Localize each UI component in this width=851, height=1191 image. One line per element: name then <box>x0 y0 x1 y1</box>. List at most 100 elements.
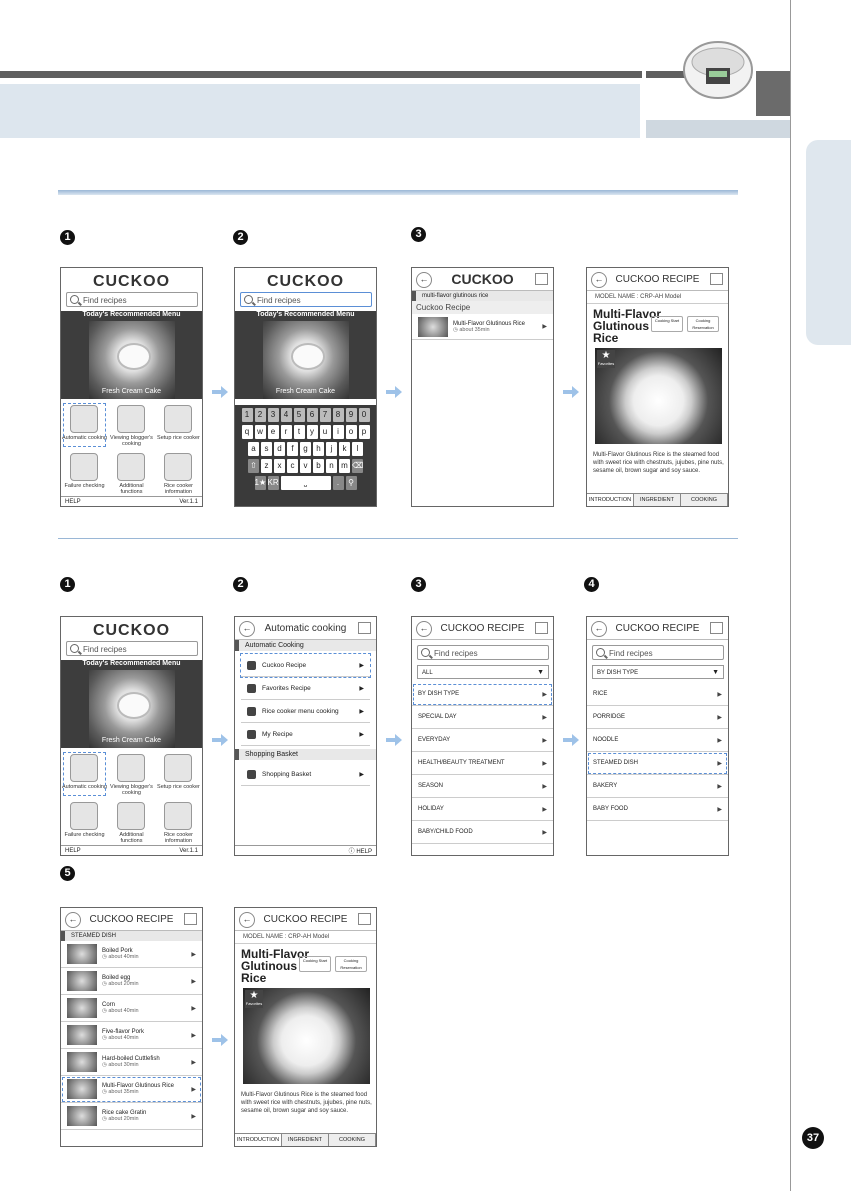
home-icon[interactable] <box>358 622 371 634</box>
grid-blogger-cooking[interactable]: Viewing blogger's cooking <box>108 401 155 449</box>
list-item[interactable]: BAKERY ▶ <box>587 775 728 798</box>
cooking-start-button[interactable]: Cooking Start <box>651 316 683 332</box>
favorites-badge[interactable]: ★ Favorites <box>245 990 263 1008</box>
list-item[interactable]: Rice cake Gratin ◷ about 20min ▶ <box>61 1103 202 1130</box>
home-icon[interactable] <box>535 273 548 285</box>
key-7[interactable]: 7 <box>319 408 331 422</box>
recommended-banner[interactable]: Today's Recommended Menu Fresh Cream Cak… <box>61 660 202 748</box>
space-key[interactable]: ⎵ <box>280 476 331 490</box>
back-icon[interactable]: ← <box>591 272 607 288</box>
tab-ingredient[interactable]: INGREDIENT <box>634 494 681 506</box>
back-icon[interactable]: ← <box>239 621 255 637</box>
grid-automatic-cooking[interactable]: Automatic cooking <box>61 750 108 798</box>
list-item[interactable]: Boiled Pork ◷ about 40min ▶ <box>61 941 202 968</box>
key-r[interactable]: r <box>280 425 292 439</box>
back-icon[interactable]: ← <box>591 621 607 637</box>
menu-cuckoo-recipe[interactable]: Cuckoo Recipe ▶ <box>240 653 371 678</box>
backspace-key[interactable]: ⌫ <box>352 459 363 473</box>
help-link[interactable]: HELP <box>65 499 81 505</box>
list-item[interactable]: Multi-Flavor Glutinous Rice ◷ about 35min… <box>412 314 553 340</box>
search-input[interactable]: Find recipes <box>66 292 198 307</box>
grid-setup[interactable]: Setup rice cooker <box>155 401 202 449</box>
grid-failure[interactable]: Failure checking <box>61 798 108 846</box>
key-c[interactable]: c <box>287 459 298 473</box>
list-item[interactable]: Five-flavor Pork ◷ about 40min ▶ <box>61 1022 202 1049</box>
search-key[interactable]: ⚲ <box>345 476 357 490</box>
key-s[interactable]: s <box>261 442 272 456</box>
home-icon[interactable] <box>535 622 548 634</box>
key-x[interactable]: x <box>274 459 285 473</box>
symbol-key[interactable]: 1★ <box>254 476 266 490</box>
list-item[interactable]: Hard-boiled Cuttlefish ◷ about 30min ▶ <box>61 1049 202 1076</box>
recommended-banner[interactable]: Today's Recommended Menu Fresh Cream Cak… <box>61 311 202 399</box>
back-icon[interactable]: ← <box>416 621 432 637</box>
key-n[interactable]: n <box>326 459 337 473</box>
menu-favorites-recipe[interactable]: Favorites Recipe ▶ <box>241 677 370 700</box>
lang-key[interactable]: KR <box>267 476 279 490</box>
key-5[interactable]: 5 <box>293 408 305 422</box>
tab-introduction[interactable]: INTRODUCTION <box>587 494 634 506</box>
key-j[interactable]: j <box>326 442 337 456</box>
list-item[interactable]: STEAMED DISH ▶ <box>587 752 728 775</box>
list-item[interactable]: Corn ◷ about 40min ▶ <box>61 995 202 1022</box>
key-e[interactable]: e <box>267 425 279 439</box>
key-v[interactable]: v <box>300 459 311 473</box>
key-6[interactable]: 6 <box>306 408 318 422</box>
key-b[interactable]: b <box>313 459 324 473</box>
search-input[interactable]: Find recipes <box>592 645 724 660</box>
grid-setup[interactable]: Setup rice cooker <box>155 750 202 798</box>
search-input[interactable]: Find recipes <box>66 641 198 656</box>
key-1[interactable]: 1 <box>241 408 253 422</box>
list-item[interactable]: PORRIDGE ▶ <box>587 706 728 729</box>
key-g[interactable]: g <box>300 442 311 456</box>
list-item[interactable]: BABY/CHILD FOOD ▶ <box>412 821 553 844</box>
grid-information[interactable]: Rice cooker information <box>155 449 202 497</box>
key-h[interactable]: h <box>313 442 324 456</box>
help-link[interactable]: ⓘ HELP <box>349 846 372 855</box>
key-8[interactable]: 8 <box>332 408 344 422</box>
back-icon[interactable]: ← <box>65 912 81 928</box>
list-item[interactable]: Multi-Flavor Glutinous Rice ◷ about 35min… <box>61 1076 202 1103</box>
key-q[interactable]: q <box>241 425 253 439</box>
grid-automatic-cooking[interactable]: Automatic cooking <box>61 401 108 449</box>
cooking-reservation-button[interactable]: Cooking Reservation <box>335 956 367 972</box>
key-f[interactable]: f <box>287 442 298 456</box>
key-o[interactable]: o <box>345 425 357 439</box>
back-icon[interactable]: ← <box>239 912 255 928</box>
period-key[interactable]: . <box>332 476 344 490</box>
key-k[interactable]: k <box>339 442 350 456</box>
home-icon[interactable] <box>184 913 197 925</box>
menu-rice-cooker-menu[interactable]: Rice cooker menu cooking ▶ <box>241 700 370 723</box>
key-9[interactable]: 9 <box>345 408 357 422</box>
grid-failure[interactable]: Failure checking <box>61 449 108 497</box>
list-item[interactable]: EVERYDAY ▶ <box>412 729 553 752</box>
list-item[interactable]: HOLIDAY ▶ <box>412 798 553 821</box>
list-item[interactable]: SPECIAL DAY ▶ <box>412 706 553 729</box>
grid-additional[interactable]: Additional functions <box>108 449 155 497</box>
key-t[interactable]: t <box>293 425 305 439</box>
key-d[interactable]: d <box>274 442 285 456</box>
list-item[interactable]: Boiled egg ◷ about 20min ▶ <box>61 968 202 995</box>
key-l[interactable]: l <box>352 442 363 456</box>
key-3[interactable]: 3 <box>267 408 279 422</box>
list-item[interactable]: RICE ▶ <box>587 683 728 706</box>
category-dropdown[interactable]: BY DISH TYPE ▼ <box>592 665 724 679</box>
help-link[interactable]: HELP <box>65 848 81 854</box>
grid-information[interactable]: Rice cooker information <box>155 798 202 846</box>
key-m[interactable]: m <box>339 459 350 473</box>
menu-shopping-basket[interactable]: Shopping Basket ▶ <box>241 763 370 786</box>
key-z[interactable]: z <box>261 459 272 473</box>
tab-cooking-order[interactable]: COOKING ORDER <box>329 1134 376 1146</box>
category-dropdown[interactable]: ALL ▼ <box>417 665 549 679</box>
favorites-badge[interactable]: ★ Favorites <box>597 350 615 368</box>
home-icon[interactable] <box>710 273 723 285</box>
list-item[interactable]: NOODLE ▶ <box>587 729 728 752</box>
key-4[interactable]: 4 <box>280 408 292 422</box>
grid-additional[interactable]: Additional functions <box>108 798 155 846</box>
tab-ingredient[interactable]: INGREDIENT <box>282 1134 329 1146</box>
key-p[interactable]: p <box>358 425 370 439</box>
key-0[interactable]: 0 <box>358 408 370 422</box>
list-item[interactable]: HEALTH/BEAUTY TREATMENT ▶ <box>412 752 553 775</box>
tab-cooking-order[interactable]: COOKING ORDER <box>681 494 728 506</box>
key-a[interactable]: a <box>248 442 259 456</box>
